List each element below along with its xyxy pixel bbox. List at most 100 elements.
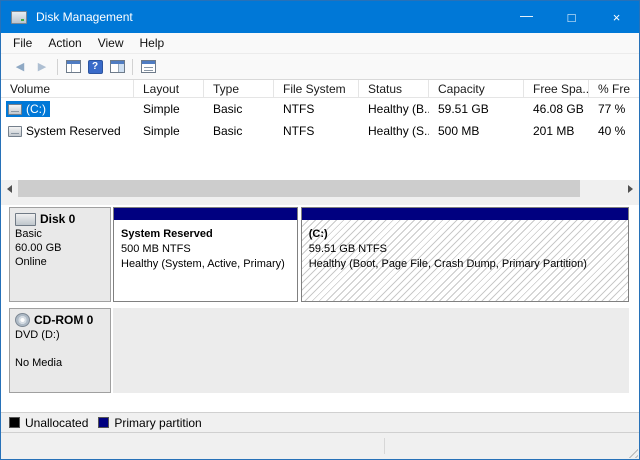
maximize-button[interactable]: □: [549, 1, 594, 33]
column-status[interactable]: Status: [359, 80, 429, 97]
close-icon: ×: [613, 10, 621, 25]
list-empty-area: [1, 142, 639, 180]
cdrom-media-area[interactable]: [113, 308, 629, 393]
disk-0-header: Disk 0: [15, 212, 105, 226]
window-title: Disk Management: [36, 10, 133, 24]
volume-list: Volume Layout Type File System Status Ca…: [1, 80, 639, 197]
disk-0-info[interactable]: Disk 0 Basic 60.00 GB Online: [9, 207, 111, 302]
help-button[interactable]: ?: [84, 56, 106, 78]
column-type[interactable]: Type: [204, 80, 274, 97]
legend: Unallocated Primary partition: [1, 412, 639, 432]
views-icon: [141, 60, 156, 73]
column-volume[interactable]: Volume: [1, 80, 134, 97]
minimize-button[interactable]: —: [504, 1, 549, 33]
resize-grip[interactable]: [625, 445, 638, 458]
console-tree-button[interactable]: [62, 56, 84, 78]
cell-volume: (C:): [1, 101, 134, 117]
disk-type: Basic: [15, 228, 105, 240]
disk-0-row: Disk 0 Basic 60.00 GB Online System Rese…: [9, 207, 629, 302]
scroll-right-icon: [628, 185, 633, 193]
cell-capacity: 500 MB: [429, 124, 524, 138]
volume-name: (C:): [26, 102, 46, 116]
partition-status: Healthy (Boot, Page File, Crash Dump, Pr…: [309, 257, 621, 272]
cell-type: Basic: [204, 124, 274, 138]
column-layout[interactable]: Layout: [134, 80, 204, 97]
menu-view[interactable]: View: [90, 33, 132, 53]
disk-management-window: Disk Management — □ × File Action View H…: [0, 0, 640, 460]
partition-c[interactable]: (C:) 59.51 GB NTFS Healthy (Boot, Page F…: [301, 207, 629, 302]
primary-partition-swatch: [98, 417, 109, 428]
column-file-system[interactable]: File System: [274, 80, 359, 97]
minimize-icon: —: [520, 8, 533, 23]
scrollbar-track[interactable]: [18, 180, 622, 197]
cdrom-0-row: CD-ROM 0 DVD (D:) No Media: [9, 308, 629, 393]
volume-entry: System Reserved: [6, 123, 125, 139]
volume-name: System Reserved: [26, 124, 121, 138]
partition-system-reserved[interactable]: System Reserved 500 MB NTFS Healthy (Sys…: [113, 207, 298, 302]
scroll-left-icon: [7, 185, 12, 193]
pane-splitter[interactable]: [1, 197, 639, 205]
column-percent-free[interactable]: % Fre: [589, 80, 640, 97]
cd-rom-icon: [15, 313, 30, 327]
toolbar-separator: [57, 59, 58, 75]
cell-free-space: 201 MB: [524, 124, 589, 138]
legend-label: Unallocated: [25, 416, 88, 430]
action-pane-icon: [110, 60, 125, 73]
legend-label: Primary partition: [114, 416, 201, 430]
partition-status: Healthy (System, Active, Primary): [121, 257, 290, 272]
window-controls: — □ ×: [504, 1, 639, 33]
toolbar: ◀ ▶ ?: [1, 54, 639, 80]
maximize-icon: □: [568, 10, 576, 25]
menu-bar: File Action View Help: [1, 33, 639, 54]
scroll-left-button[interactable]: [1, 180, 18, 197]
cell-layout: Simple: [134, 102, 204, 116]
partition-size: 59.51 GB NTFS: [309, 242, 621, 257]
cdrom-0-info[interactable]: CD-ROM 0 DVD (D:) No Media: [9, 308, 111, 393]
primary-partition-band: [114, 208, 297, 220]
disk-size: 60.00 GB: [15, 242, 105, 254]
cdrom-media-status: No Media: [15, 357, 105, 369]
cell-file-system: NTFS: [274, 102, 359, 116]
back-icon: ◀: [16, 60, 24, 73]
menu-help[interactable]: Help: [132, 33, 173, 53]
help-icon: ?: [88, 60, 103, 74]
cdrom-drive-letter: DVD (D:): [15, 329, 105, 341]
hard-disk-icon: [15, 213, 36, 226]
volume-icon: [8, 104, 22, 115]
app-icon: [11, 11, 27, 24]
table-header: Volume Layout Type File System Status Ca…: [1, 80, 639, 98]
partition-name: (C:): [309, 227, 621, 242]
title-bar[interactable]: Disk Management — □ ×: [1, 1, 639, 33]
cell-free-space: 46.08 GB: [524, 102, 589, 116]
disk-status: Online: [15, 256, 105, 268]
status-bar: [1, 432, 639, 459]
cell-capacity: 59.51 GB: [429, 102, 524, 116]
cell-volume: System Reserved: [1, 123, 134, 139]
column-free-space[interactable]: Free Spa...: [524, 80, 589, 97]
cell-status: Healthy (B...: [359, 102, 429, 116]
forward-icon: ▶: [38, 60, 46, 73]
scrollbar-thumb[interactable]: [18, 180, 580, 197]
close-button[interactable]: ×: [594, 1, 639, 33]
cell-type: Basic: [204, 102, 274, 116]
volume-row-c[interactable]: (C:) Simple Basic NTFS Healthy (B... 59.…: [1, 98, 639, 120]
graphical-view: Disk 0 Basic 60.00 GB Online System Rese…: [1, 205, 639, 412]
primary-partition-band: [302, 208, 628, 220]
cell-file-system: NTFS: [274, 124, 359, 138]
horizontal-scrollbar[interactable]: [1, 180, 639, 197]
volume-row-system-reserved[interactable]: System Reserved Simple Basic NTFS Health…: [1, 120, 639, 142]
cdrom-name: CD-ROM 0: [34, 313, 93, 327]
views-button[interactable]: [137, 56, 159, 78]
action-pane-button[interactable]: [106, 56, 128, 78]
column-capacity[interactable]: Capacity: [429, 80, 524, 97]
back-button[interactable]: ◀: [9, 56, 31, 78]
menu-file[interactable]: File: [5, 33, 40, 53]
legend-primary-partition: Primary partition: [98, 416, 201, 430]
forward-button[interactable]: ▶: [31, 56, 53, 78]
cell-percent-free: 40 %: [589, 124, 640, 138]
toolbar-separator: [132, 59, 133, 75]
partition-details: System Reserved 500 MB NTFS Healthy (Sys…: [114, 220, 297, 301]
menu-action[interactable]: Action: [40, 33, 89, 53]
scroll-right-button[interactable]: [622, 180, 639, 197]
unallocated-swatch: [9, 417, 20, 428]
